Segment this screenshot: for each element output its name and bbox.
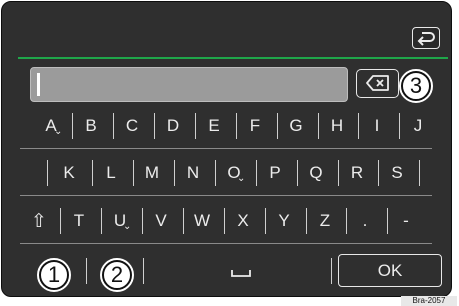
key-r[interactable]: R <box>340 158 374 188</box>
callout-3: 3 <box>399 69 433 103</box>
delete-button[interactable] <box>356 69 399 98</box>
key-w[interactable]: W <box>185 206 219 236</box>
key-row-2: K L M N O ⌄ P Q R S <box>2 158 451 188</box>
key-j[interactable]: J <box>401 111 435 141</box>
key-row-1: A ⌄ B C D E F G H I J <box>2 111 451 141</box>
key-g[interactable]: G <box>279 111 313 141</box>
return-arrow-icon <box>417 32 435 46</box>
shift-key[interactable]: ⇧ <box>22 206 56 236</box>
header-divider <box>18 57 448 59</box>
space-bar-icon[interactable] <box>230 260 252 280</box>
key-m[interactable]: M <box>135 158 169 188</box>
key-z[interactable]: Z <box>308 206 342 236</box>
key-t[interactable]: T <box>62 206 96 236</box>
key-n[interactable]: N <box>176 158 210 188</box>
row-divider <box>20 148 432 149</box>
keyboard-screen: A ⌄ B C D E F G H I J K L M N O ⌄ P Q R … <box>1 1 452 297</box>
key-v[interactable]: V <box>144 206 178 236</box>
key-period[interactable]: . <box>348 206 382 236</box>
key-y[interactable]: Y <box>267 206 301 236</box>
key-k[interactable]: K <box>52 158 86 188</box>
key-e[interactable]: E <box>197 111 231 141</box>
key-d[interactable]: D <box>156 111 190 141</box>
row-divider <box>20 243 432 244</box>
row-divider <box>20 195 432 196</box>
ok-label: OK <box>377 260 403 280</box>
key-hyphen[interactable]: - <box>389 206 423 236</box>
key-q[interactable]: Q <box>299 158 333 188</box>
key-p[interactable]: P <box>258 158 292 188</box>
bottom-separator <box>86 258 87 284</box>
key-a[interactable]: A ⌄ <box>34 111 68 141</box>
back-button[interactable] <box>412 27 440 49</box>
backspace-icon <box>366 75 389 91</box>
text-cursor <box>37 73 40 96</box>
key-f[interactable]: F <box>238 111 272 141</box>
key-o[interactable]: O ⌄ <box>217 158 251 188</box>
key-h[interactable]: H <box>320 111 354 141</box>
key-b[interactable]: B <box>74 111 108 141</box>
key-i[interactable]: I <box>360 111 394 141</box>
text-input-field[interactable] <box>30 67 348 102</box>
key-u[interactable]: U ⌄ <box>103 206 137 236</box>
key-c[interactable]: C <box>115 111 149 141</box>
bottom-separator <box>331 258 332 284</box>
key-row-3: ⇧ T U ⌄ V W X Y Z . - <box>2 206 451 236</box>
figure-code-label: Bra-2057 <box>401 296 457 306</box>
key-x[interactable]: X <box>226 206 260 236</box>
key-l[interactable]: L <box>94 158 128 188</box>
ok-button[interactable]: OK <box>338 254 442 287</box>
key-s[interactable]: S <box>380 158 414 188</box>
callout-2: 2 <box>100 258 134 292</box>
callout-1: 1 <box>37 258 71 292</box>
bottom-separator <box>143 258 144 284</box>
